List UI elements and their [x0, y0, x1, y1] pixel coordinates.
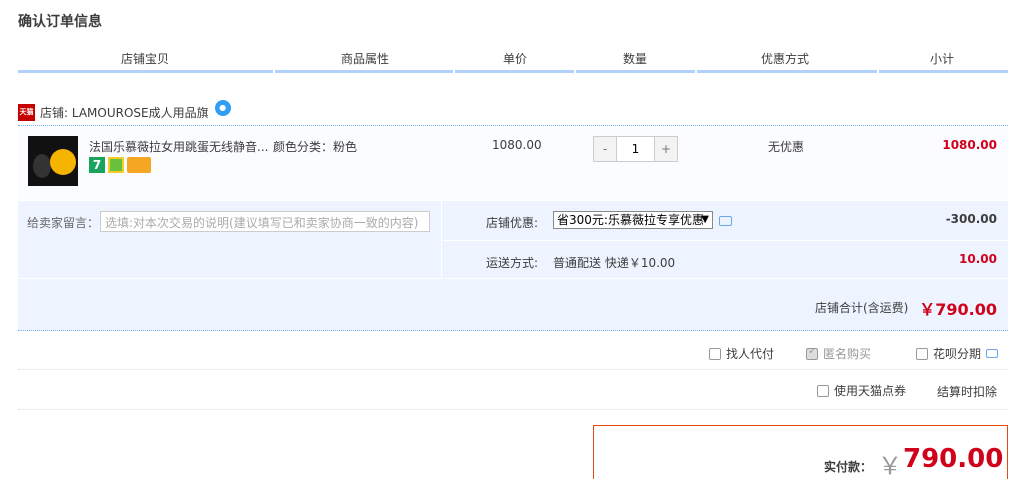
tmall-points-checkbox[interactable]: [817, 384, 829, 397]
dropdown-arrow-icon: ▼: [701, 214, 709, 225]
actual-payment-label: 实付款：: [824, 460, 873, 474]
shop-discount-amount: -300.00: [945, 212, 997, 226]
shop-name-link[interactable]: 店铺: LAMOUROSE成人用品旗: [40, 104, 209, 121]
seller-message-input[interactable]: 选填:对本次交易的说明(建议填写已和卖家协商一致的内容): [100, 211, 430, 232]
item-subtotal: 1080.00: [942, 138, 997, 152]
shipping-label: 运送方式:: [486, 256, 539, 270]
header-underline: [576, 70, 695, 73]
qty-minus-button[interactable]: -: [594, 137, 616, 161]
header-underline: [18, 70, 273, 73]
unit-price: 1080.00: [492, 138, 542, 152]
currency-symbol: ￥: [878, 452, 902, 479]
item-row: [18, 125, 1008, 200]
proxy-pay-checkbox[interactable]: [709, 347, 721, 360]
quantity-stepper: - 1 +: [593, 136, 678, 162]
proxy-pay-option[interactable]: 找人代付: [709, 345, 774, 362]
wangwang-chat-icon[interactable]: ●: [214, 100, 231, 116]
huabei-checkbox[interactable]: [916, 347, 928, 360]
shop-row: 天猫 店铺: LAMOUROSE成人用品旗 ●: [18, 100, 231, 124]
qty-input[interactable]: 1: [616, 137, 655, 161]
product-thumbnail[interactable]: [28, 136, 78, 186]
col-header-attr: 商品属性: [340, 52, 389, 66]
deduct-note: 结算时扣除: [937, 385, 998, 399]
comment-icon[interactable]: [719, 216, 732, 226]
header-underline: [879, 70, 1008, 73]
col-header-subtotal: 小计: [929, 52, 954, 66]
anonymous-option[interactable]: 匿名购买: [806, 345, 871, 362]
tmall-points-option[interactable]: 使用天猫点券: [817, 382, 906, 399]
service-icons: 7: [89, 157, 151, 173]
page-title: 确认订单信息: [18, 14, 102, 30]
col-header-qty: 数量: [622, 52, 647, 66]
shop-total-amount: ￥790.00: [919, 300, 997, 319]
anonymous-label: 匿名购买: [823, 347, 872, 361]
seven-day-return-icon[interactable]: 7: [89, 157, 105, 173]
actual-payment-amount: 790.00: [903, 444, 1004, 474]
col-header-price: 单价: [502, 52, 527, 66]
discount-method: 无优惠: [768, 140, 805, 154]
seller-message-label: 给卖家留言：: [27, 216, 100, 230]
comment-icon[interactable]: [986, 349, 999, 358]
shop-total-label: 店铺合计(含运费): [815, 301, 909, 315]
shipping-method: 普通配送 快递￥10.00: [553, 256, 676, 270]
shop-discount-label: 店铺优惠:: [486, 216, 539, 230]
header-underline: [455, 70, 574, 73]
col-header-item: 店铺宝贝: [120, 52, 169, 66]
divider: [18, 369, 1008, 370]
proxy-pay-label: 找人代付: [726, 347, 775, 361]
huabei-option[interactable]: 花呗分期: [916, 345, 999, 362]
credit-card-icon[interactable]: [127, 157, 151, 173]
col-header-discount: 优惠方式: [760, 52, 809, 66]
header-underline: [275, 70, 453, 73]
tmall-icon: 天猫: [18, 103, 35, 121]
divider: [18, 409, 1008, 410]
shop-discount-selected: 省300元:乐慕薇拉专享优惠: [557, 213, 704, 227]
tmall-points-label: 使用天猫点券: [834, 384, 907, 398]
divider: [442, 240, 1008, 241]
qty-plus-button[interactable]: +: [655, 137, 677, 161]
shop-discount-select[interactable]: 省300元:乐慕薇拉专享优惠 ▼: [553, 211, 713, 229]
product-name-link[interactable]: 法国乐慕薇拉女用跳蛋无线静音...: [89, 138, 269, 155]
divider: [18, 278, 1008, 279]
header-underline: [697, 70, 877, 73]
shipping-amount: 10.00: [959, 252, 997, 266]
huabei-label: 花呗分期: [933, 347, 982, 361]
guarantee-icon[interactable]: [108, 157, 124, 173]
anonymous-checkbox[interactable]: [806, 346, 818, 360]
product-attr: 颜色分类：粉色: [273, 140, 358, 154]
